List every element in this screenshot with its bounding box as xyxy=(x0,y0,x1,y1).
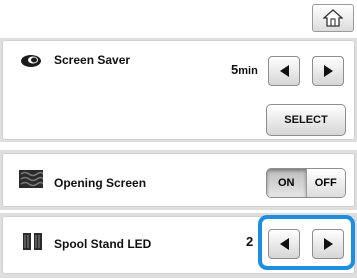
opening-screen-toggle[interactable]: ON OFF xyxy=(266,168,346,198)
home-button[interactable] xyxy=(312,4,354,32)
fabric-icon xyxy=(19,170,43,188)
screen-saver-decrease-button[interactable] xyxy=(268,56,300,86)
screen-saver-label: Screen Saver xyxy=(54,53,131,67)
spool-stand-led-value: 2 xyxy=(246,234,254,249)
settings-screen: Screen Saver 5min SELECT Opening Screen … xyxy=(0,0,357,278)
off-option[interactable]: OFF xyxy=(305,169,345,197)
screen-saver-unit: min xyxy=(238,65,258,77)
left-arrow-icon xyxy=(279,65,289,77)
spool-stand-led-label: Spool Stand LED xyxy=(54,237,152,251)
top-bar xyxy=(0,0,357,38)
right-arrow-icon xyxy=(323,65,333,77)
highlight-frame xyxy=(258,215,355,270)
home-icon xyxy=(323,9,343,27)
opening-screen-label: Opening Screen xyxy=(54,176,147,190)
screen-saver-increase-button[interactable] xyxy=(312,56,344,86)
screen-saver-value: 5min xyxy=(231,62,258,77)
select-button[interactable]: SELECT xyxy=(266,104,346,136)
eye-icon xyxy=(21,55,41,67)
on-option[interactable]: ON xyxy=(267,169,306,197)
spool-icon xyxy=(23,233,42,250)
